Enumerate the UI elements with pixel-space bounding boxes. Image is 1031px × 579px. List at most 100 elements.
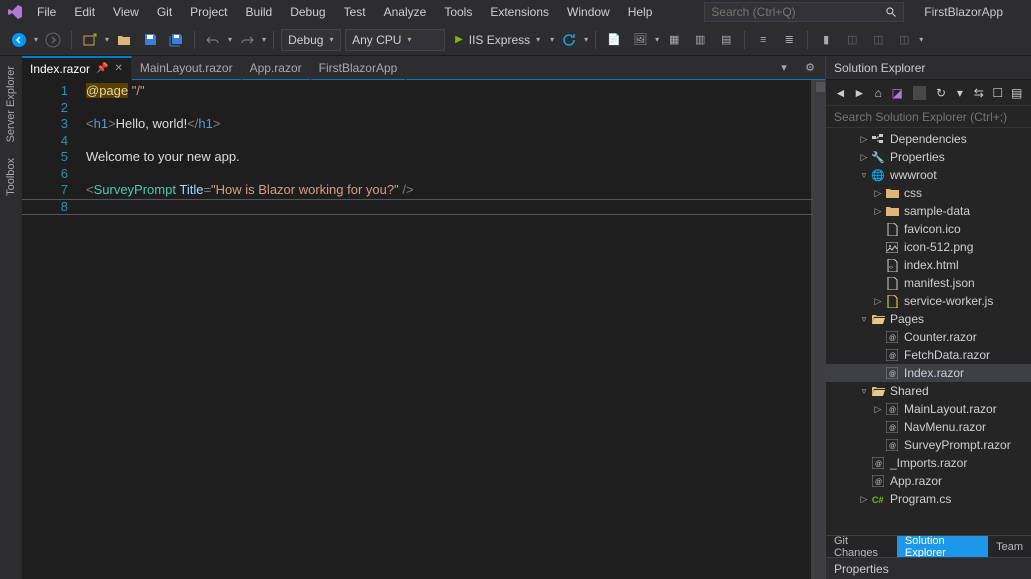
expand-arrow-icon[interactable]: ▷ [872,404,884,415]
tree-node[interactable]: ▷service-worker.js [826,292,1031,310]
se-forward-icon[interactable]: ► [853,85,866,101]
open-file-icon[interactable] [113,29,135,51]
tree-node[interactable]: @_Imports.razor [826,454,1031,472]
se-home-icon[interactable]: ⌂ [872,85,885,101]
menu-window[interactable]: Window [558,2,619,22]
tree-node[interactable]: @FetchData.razor [826,346,1031,364]
undo-dropdown[interactable]: ▾ [228,35,232,44]
menu-git[interactable]: Git [148,2,181,22]
code-editor[interactable]: 12345678 @page "/" <h1>Hello, world!</h1… [22,80,825,579]
server-explorer-tab[interactable]: Server Explorer [3,58,19,150]
panel-tab[interactable]: Git Changes [826,536,897,557]
panel-tab[interactable]: Solution Explorer [897,536,988,557]
vertical-scrollbar[interactable] [811,80,825,579]
redo-dropdown[interactable]: ▾ [262,35,266,44]
tree-node[interactable]: ▿🌐wwwroot [826,166,1031,184]
tab-overflow-icon[interactable]: ▾ [773,57,795,79]
back-dropdown[interactable]: ▾ [34,35,38,44]
expand-arrow-icon[interactable]: ▷ [872,206,884,217]
tree-node[interactable]: @App.razor [826,472,1031,490]
menu-view[interactable]: View [104,2,148,22]
global-search-input[interactable] [711,5,885,19]
new-project-dropdown[interactable]: ▾ [105,35,109,44]
config-dropdown[interactable]: Debug▾ [281,29,341,51]
browser-link-icon[interactable]: 📄 [603,29,625,51]
global-search[interactable] [704,2,904,22]
tree-node[interactable]: ▷css [826,184,1031,202]
comment-icon[interactable]: ◫ [841,29,863,51]
tool-icon4[interactable]: ◫ [893,29,915,51]
tree-node[interactable]: ▿Pages [826,310,1031,328]
tree-node[interactable]: manifest.json [826,274,1031,292]
menu-test[interactable]: Test [335,2,375,22]
se-collapse-icon[interactable]: ⇆ [972,85,985,101]
menu-file[interactable]: File [28,2,65,22]
toolbox-icon[interactable]: 🖼 [629,29,651,51]
tool-icon2[interactable]: ▥ [689,29,711,51]
expand-arrow-icon[interactable]: ▿ [858,386,870,397]
tree-node[interactable]: ▷@MainLayout.razor [826,400,1031,418]
menu-help[interactable]: Help [619,2,662,22]
toolbox-tab[interactable]: Toolbox [3,150,19,204]
bookmark-icon[interactable]: ▮ [815,29,837,51]
menu-build[interactable]: Build [237,2,282,22]
code-content[interactable]: @page "/" <h1>Hello, world!</h1> Welcome… [82,80,811,579]
tab-settings-icon[interactable]: ⚙ [799,57,821,79]
menu-analyze[interactable]: Analyze [375,2,436,22]
indent-icon[interactable]: ≡ [752,29,774,51]
save-icon[interactable] [139,29,161,51]
menu-edit[interactable]: Edit [65,2,104,22]
menu-tools[interactable]: Tools [435,2,481,22]
tree-node[interactable]: icon-512.png [826,238,1031,256]
tree-node[interactable]: favicon.ico [826,220,1031,238]
expand-arrow-icon[interactable]: ▷ [858,494,870,505]
expand-arrow-icon[interactable]: ▿ [858,170,870,181]
tree-node[interactable]: ▿Shared [826,382,1031,400]
tree-node[interactable]: @SurveyPrompt.razor [826,436,1031,454]
close-icon[interactable]: ✕ [114,63,122,74]
expand-arrow-icon[interactable]: ▿ [858,314,870,325]
tree-node[interactable]: @Index.razor [826,364,1031,382]
doc-tab[interactable]: Index.razor📌✕ [22,56,132,80]
tree-node[interactable]: ▷C#Program.cs [826,490,1031,508]
back-button[interactable] [8,29,30,51]
save-all-icon[interactable] [165,29,187,51]
undo-icon[interactable] [202,29,224,51]
expand-arrow-icon[interactable]: ▷ [872,188,884,199]
panel-tab[interactable]: Team [988,536,1031,557]
platform-dropdown[interactable]: Any CPU▾ [345,29,445,51]
doc-tab[interactable]: MainLayout.razor [132,56,242,80]
tool-icon3[interactable]: ▤ [715,29,737,51]
menu-extensions[interactable]: Extensions [481,2,558,22]
se-refresh-icon[interactable]: ↻ [935,85,948,101]
se-show-all-icon[interactable]: ☐ [991,85,1004,101]
expand-arrow-icon[interactable]: ▷ [858,134,870,145]
se-sync-icon[interactable]: ◪ [891,85,904,101]
menu-project[interactable]: Project [181,2,236,22]
new-project-icon[interactable] [79,29,101,51]
solution-search-input[interactable] [826,106,1031,127]
tree-node[interactable]: ▷Dependencies [826,130,1031,148]
redo-icon[interactable] [236,29,258,51]
menu-debug[interactable]: Debug [281,2,334,22]
tree-node[interactable]: ‹›index.html [826,256,1031,274]
solution-explorer-search[interactable] [826,106,1031,128]
tree-node[interactable]: ▷sample-data [826,202,1031,220]
hot-reload-icon[interactable] [558,29,580,51]
uncomment-icon[interactable]: ◫ [867,29,889,51]
se-back-icon[interactable]: ◄ [834,85,847,101]
expand-arrow-icon[interactable]: ▷ [858,152,870,163]
run-button[interactable]: ▶IIS Express▾ [449,29,546,51]
expand-arrow-icon[interactable]: ▷ [872,296,884,307]
outdent-icon[interactable]: ≣ [778,29,800,51]
doc-tab[interactable]: FirstBlazorApp [311,56,407,80]
pin-icon[interactable]: 📌 [96,63,108,74]
forward-button[interactable] [42,29,64,51]
tree-node[interactable]: @Counter.razor [826,328,1031,346]
doc-tab[interactable]: App.razor [242,56,311,80]
tool-icon[interactable]: ▦ [663,29,685,51]
tree-node[interactable]: @NavMenu.razor [826,418,1031,436]
tree-node[interactable]: ▷🔧Properties [826,148,1031,166]
split-handle-icon[interactable] [816,82,825,92]
se-properties-icon[interactable]: ▤ [1010,85,1023,101]
